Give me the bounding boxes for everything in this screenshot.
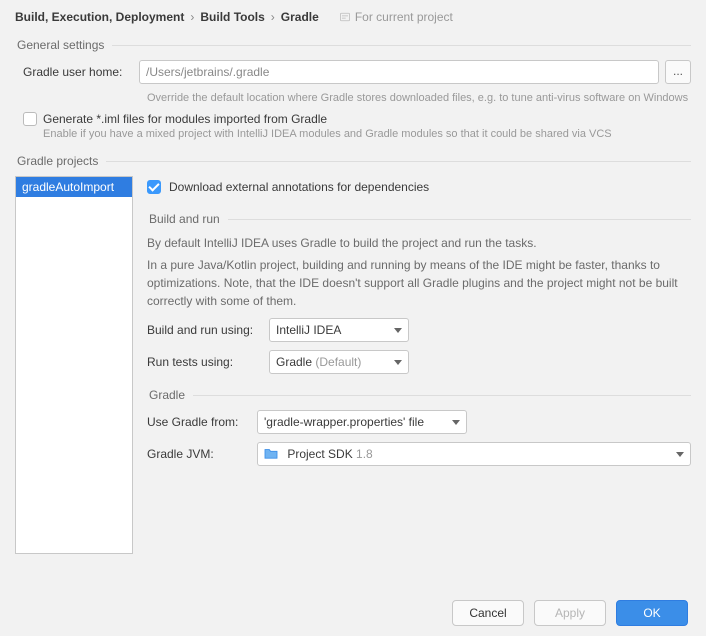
- dialog-footer: Cancel Apply OK: [0, 590, 706, 636]
- gradle-group: Gradle: [147, 388, 691, 402]
- gradle-projects-group: Gradle projects: [15, 154, 691, 168]
- gradle-home-hint: Override the default location where Grad…: [147, 92, 691, 104]
- gradle-home-input[interactable]: [139, 60, 659, 84]
- use-gradle-from-select[interactable]: 'gradle-wrapper.properties' file: [257, 410, 467, 434]
- breadcrumb-item[interactable]: Build Tools: [200, 10, 264, 24]
- gradle-jvm-select[interactable]: Project SDK 1.8: [257, 442, 691, 466]
- build-run-desc1: By default IntelliJ IDEA uses Gradle to …: [147, 234, 691, 252]
- tests-using-label: Run tests using:: [147, 355, 259, 369]
- group-title: Gradle: [147, 388, 193, 402]
- generate-iml-checkbox[interactable]: [23, 112, 37, 126]
- gradle-home-label: Gradle user home:: [23, 65, 139, 79]
- apply-button: Apply: [534, 600, 606, 626]
- download-annotations-label: Download external annotations for depend…: [169, 180, 429, 194]
- build-run-desc2: In a pure Java/Kotlin project, building …: [147, 256, 691, 310]
- chevron-down-icon: [394, 360, 402, 365]
- download-annotations-checkbox[interactable]: [147, 180, 161, 194]
- folder-icon: [264, 447, 278, 459]
- project-list[interactable]: gradleAutoImport: [15, 176, 133, 554]
- chevron-down-icon: [394, 328, 402, 333]
- browse-button[interactable]: ...: [665, 60, 691, 84]
- generate-iml-hint: Enable if you have a mixed project with …: [43, 128, 612, 140]
- group-title: Build and run: [147, 212, 228, 226]
- general-settings-group: General settings: [15, 38, 691, 52]
- breadcrumb-item[interactable]: Build, Execution, Deployment: [15, 10, 184, 24]
- tests-using-select[interactable]: Gradle (Default): [269, 350, 409, 374]
- scope-label: For current project: [339, 10, 453, 24]
- chevron-down-icon: [452, 420, 460, 425]
- generate-iml-label: Generate *.iml files for modules importe…: [43, 112, 612, 126]
- list-item[interactable]: gradleAutoImport: [16, 177, 132, 197]
- build-using-label: Build and run using:: [147, 323, 259, 337]
- build-run-group: Build and run: [147, 212, 691, 226]
- group-title: General settings: [15, 38, 112, 52]
- project-scope-icon: [339, 11, 351, 23]
- chevron-right-icon: ›: [190, 10, 194, 24]
- use-gradle-from-label: Use Gradle from:: [147, 415, 247, 429]
- breadcrumb-item: Gradle: [281, 10, 319, 24]
- group-title: Gradle projects: [15, 154, 106, 168]
- chevron-right-icon: ›: [271, 10, 275, 24]
- chevron-down-icon: [676, 452, 684, 457]
- ok-button[interactable]: OK: [616, 600, 688, 626]
- gradle-jvm-label: Gradle JVM:: [147, 447, 247, 461]
- breadcrumb: Build, Execution, Deployment › Build Too…: [15, 10, 691, 24]
- build-using-select[interactable]: IntelliJ IDEA: [269, 318, 409, 342]
- cancel-button[interactable]: Cancel: [452, 600, 524, 626]
